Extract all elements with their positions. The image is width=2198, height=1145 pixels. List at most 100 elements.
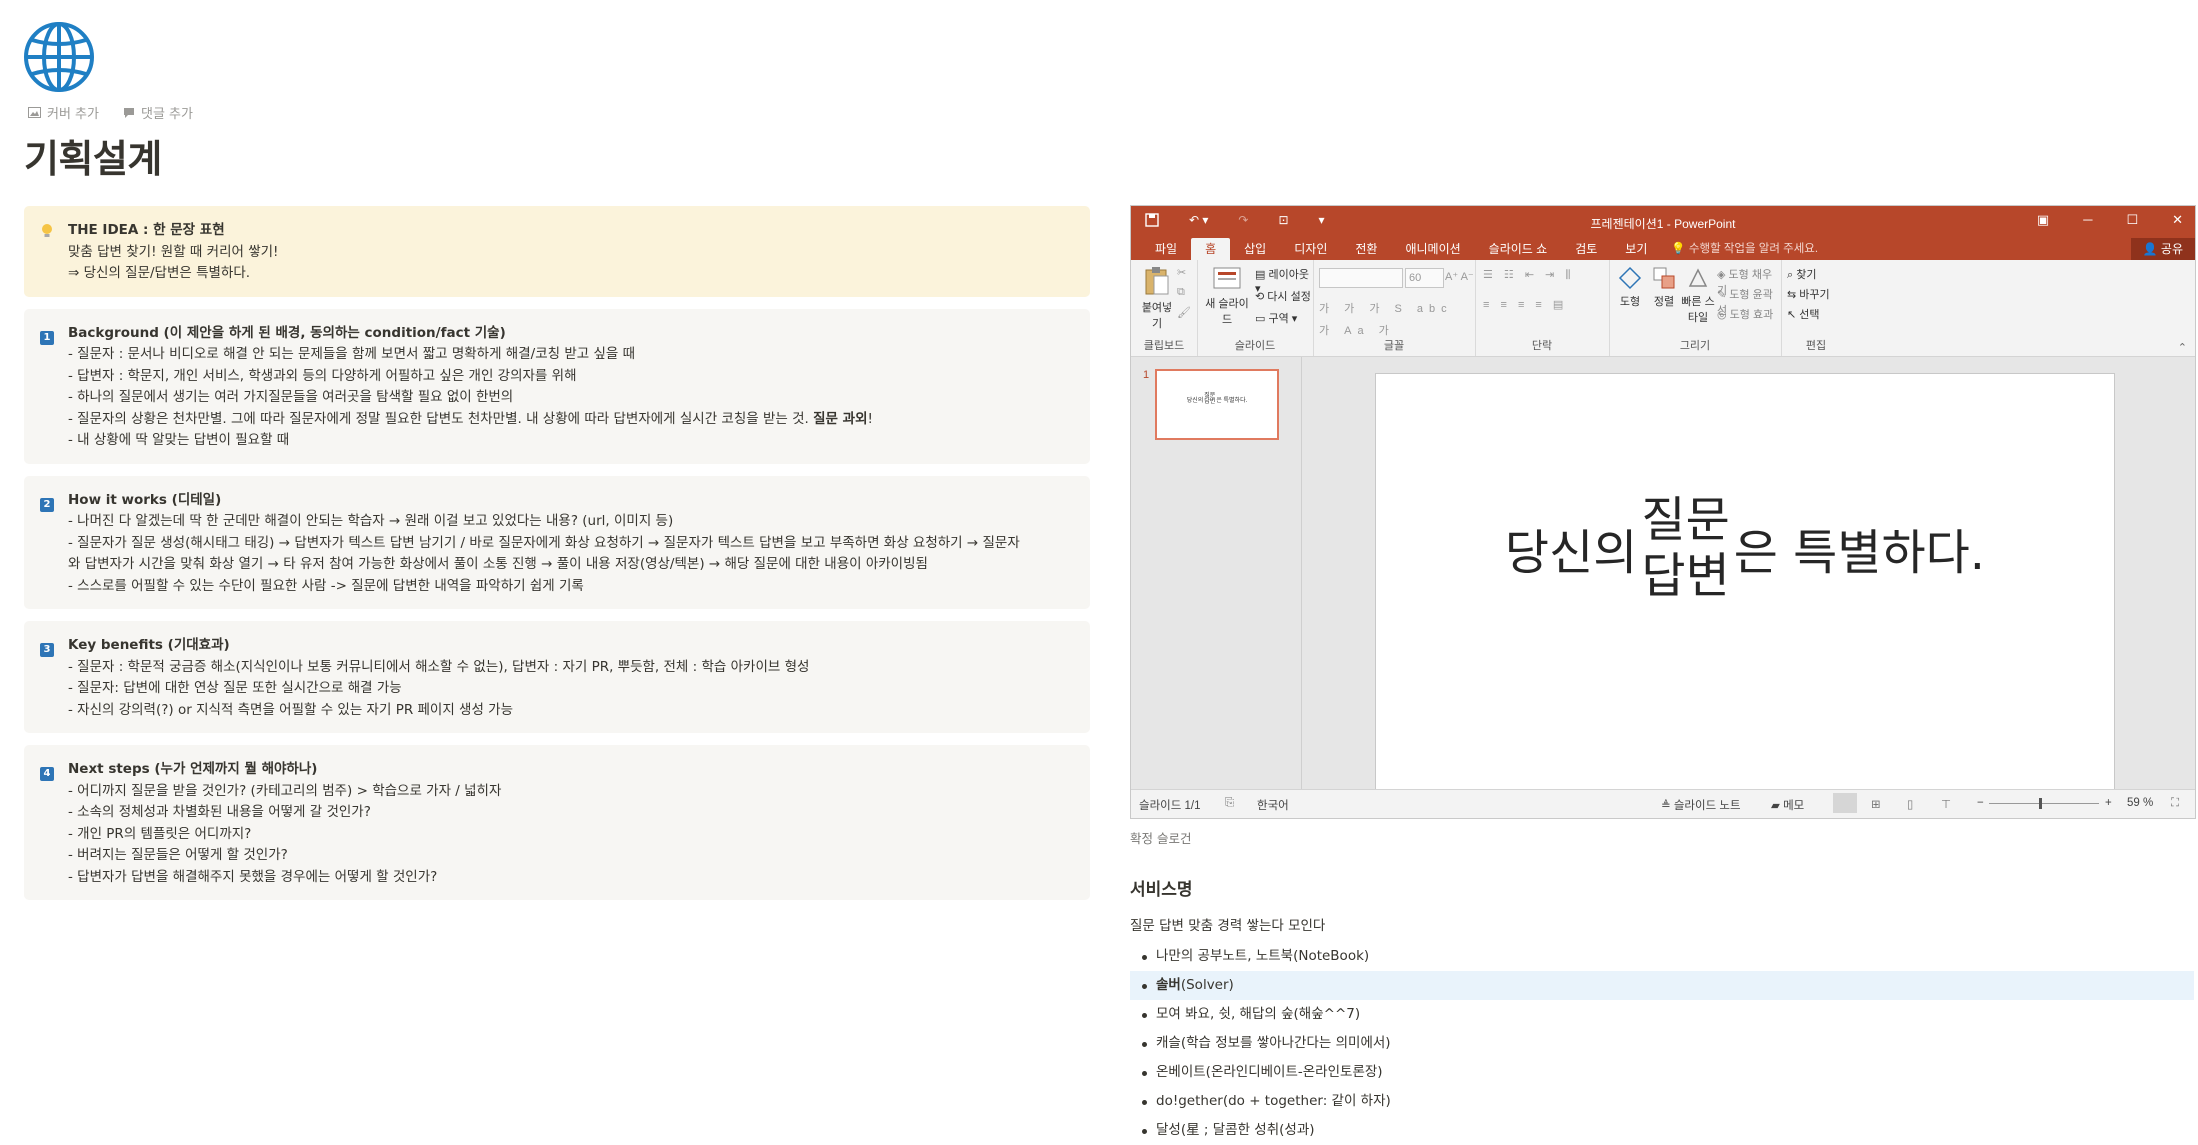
- powerpoint-screenshot[interactable]: ↶ ▾ ↷ ⊡ ▾ 프레젠테이션1 - PowerPoint ▣ ─ ☐ ✕ 파…: [1130, 205, 2196, 819]
- lightbulb-icon: [40, 220, 56, 285]
- replace-button[interactable]: ⇆ 바꾸기: [1787, 286, 1830, 302]
- align-icons[interactable]: ≡ ≡ ≡ ≡ ▤: [1483, 298, 1567, 311]
- image-caption: 확정 슬로건: [1130, 831, 1192, 846]
- comments-button[interactable]: ▰ 메모: [1771, 797, 1804, 813]
- list-item[interactable]: do!gether(do + together: 같이 하자): [1130, 1087, 2194, 1116]
- image-icon: [28, 107, 41, 118]
- slide-sorter-icon[interactable]: ⊞: [1871, 797, 1881, 811]
- notes-button[interactable]: ≜ 슬라이드 노트: [1661, 797, 1741, 813]
- share-button[interactable]: 👤 공유: [2130, 238, 2195, 260]
- format-painter-icon[interactable]: 🖌: [1177, 306, 1191, 319]
- minimize-icon[interactable]: ─: [2083, 212, 2092, 228]
- add-comment-label: 댓글 추가: [140, 107, 193, 122]
- reset-button[interactable]: ⟲ 다시 설정: [1255, 288, 1311, 304]
- list-item[interactable]: 솔버(Solver): [1130, 971, 2194, 1000]
- next-line: - 어디까지 질문을 받을 것인가? (카테고리의 범주) > 학습으로 가자 …: [68, 782, 502, 799]
- ribbon-display-icon[interactable]: ▣: [2037, 212, 2049, 228]
- shape-button[interactable]: 도형: [1613, 266, 1647, 309]
- add-cover-button[interactable]: 커버 추가: [28, 103, 99, 122]
- paint-bucket-icon: ◈: [1717, 269, 1726, 281]
- page-actions: 커버 추가 댓글 추가: [28, 103, 193, 122]
- add-cover-label: 커버 추가: [47, 107, 99, 122]
- background-line: - 질문자의 상황은 천차만별. 그에 따라 질문자에게 정말 필요한 답변도 …: [68, 410, 873, 427]
- add-comment-button[interactable]: 댓글 추가: [123, 103, 193, 122]
- select-button[interactable]: ↖ 선택: [1787, 306, 1820, 322]
- slideshow-view-icon[interactable]: ⊤: [1941, 797, 1951, 811]
- tab-design[interactable]: 디자인: [1280, 238, 1341, 260]
- comment-icon: [123, 107, 134, 118]
- tab-home[interactable]: 홈: [1191, 238, 1231, 260]
- find-button[interactable]: ⌕ 찾기: [1787, 266, 1816, 282]
- ppt-title-bar: ↶ ▾ ↷ ⊡ ▾ 프레젠테이션1 - PowerPoint ▣ ─ ☐ ✕: [1131, 206, 2195, 238]
- slide-number: 1: [1143, 369, 1150, 381]
- reading-view-icon[interactable]: ▯: [1907, 797, 1913, 811]
- font-color-icons[interactable]: 가 Aa 가: [1319, 322, 1395, 338]
- quick-styles-button[interactable]: 빠른 스타일: [1681, 266, 1715, 325]
- right-column: ↶ ▾ ↷ ⊡ ▾ 프레젠테이션1 - PowerPoint ▣ ─ ☐ ✕ 파…: [1130, 205, 2196, 1145]
- next-line: - 버려지는 질문들은 어떻게 할 것인가?: [68, 847, 288, 863]
- pen-icon: ✎: [1717, 289, 1727, 301]
- collapse-ribbon-icon[interactable]: ⌃: [2178, 341, 2187, 354]
- next-title: Next steps (누가 언제까지 뭘 해야하나): [68, 761, 318, 777]
- tab-slideshow[interactable]: 슬라이드 쇼: [1475, 238, 1562, 260]
- slide-thumbnail-pane: 1 당신의 질문 답변 은 특별하다.: [1131, 357, 1302, 790]
- tab-insert[interactable]: 삽입: [1230, 238, 1280, 260]
- list-icons[interactable]: ☰ ☷ ⇤ ⇥ ⫼: [1483, 268, 1574, 282]
- list-item[interactable]: 모여 봐요, 쉿, 해답의 숲(해숲^^7): [1130, 1000, 2194, 1029]
- font-size-dropdown[interactable]: 60: [1405, 268, 1444, 288]
- list-item[interactable]: 캐슬(학습 정보를 쌓아나간다는 의미에서): [1130, 1029, 2194, 1058]
- copy-icon[interactable]: ⧉: [1177, 286, 1185, 299]
- list-item[interactable]: 달성(星 ; 달콤한 성취(성과): [1130, 1116, 2194, 1145]
- zoom-level[interactable]: 59 %: [2127, 797, 2153, 809]
- close-icon[interactable]: ✕: [2172, 212, 2183, 228]
- list-item[interactable]: 온베이트(온라인디베이트-온라인토론장): [1130, 1058, 2194, 1087]
- ppt-ribbon: 붙여넣기 ✂ ⧉ 🖌 클립보드 새 슬라이드 ▤ 레이아웃 ▾ ⟲ 다시 설정 …: [1131, 260, 2195, 357]
- zoom-slider-thumb[interactable]: [2039, 798, 2042, 809]
- font-name-dropdown[interactable]: [1319, 268, 1403, 288]
- section-button[interactable]: ▭ 구역 ▾: [1255, 310, 1297, 326]
- list-item[interactable]: 나만의 공부노트, 노트북(NoteBook): [1130, 942, 2194, 971]
- page-globe-icon[interactable]: [22, 20, 96, 94]
- comment-icon: ▰: [1771, 800, 1780, 812]
- tab-review[interactable]: 검토: [1561, 238, 1611, 260]
- zoom-out-icon[interactable]: −: [1977, 797, 1984, 809]
- font-group: 60 A⁺ A⁻ 가 가 가 S abc 가 Aa 가 글꼴: [1313, 260, 1476, 356]
- idea-callout[interactable]: THE IDEA : 한 문장 표현 맞춤 답변 찾기! 원할 때 커리어 쌓기…: [24, 206, 1090, 297]
- shape-effects-button[interactable]: ◎ 도형 효과: [1717, 306, 1773, 322]
- tab-animations[interactable]: 애니메이션: [1391, 238, 1474, 260]
- tell-me-box[interactable]: 💡 수행할 작업을 알려 주세요.: [1671, 238, 1818, 260]
- zoom-slider[interactable]: [1989, 803, 2099, 804]
- font-format-icons[interactable]: 가 가 가 S abc: [1319, 300, 1453, 316]
- slides-group: 새 슬라이드 ▤ 레이아웃 ▾ ⟲ 다시 설정 ▭ 구역 ▾ 슬라이드: [1197, 260, 1314, 356]
- next-steps-callout[interactable]: 4 Next steps (누가 언제까지 뭘 해야하나) - 어디까지 질문을…: [24, 745, 1090, 900]
- tab-file[interactable]: 파일: [1141, 238, 1191, 260]
- language-indicator[interactable]: 한국어: [1257, 797, 1289, 813]
- cut-icon[interactable]: ✂: [1177, 266, 1186, 279]
- service-name-list: 나만의 공부노트, 노트북(NoteBook) 솔버(Solver) 모여 봐요…: [1130, 942, 2194, 1145]
- how-it-works-callout[interactable]: 2 How it works (디테일) - 나머진 다 알겠는데 딱 한 군데…: [24, 475, 1090, 609]
- benefits-line: - 질문자: 답변에 대한 연상 질문 또한 실시간으로 해결 가능: [68, 680, 402, 696]
- spellcheck-icon[interactable]: ⎘: [1225, 797, 1234, 810]
- benefits-line: - 질문자 : 학문적 궁금증 해소(지식인이나 보통 커뮤니티에서 해소할 수…: [68, 658, 810, 675]
- benefits-title: Key benefits (기대효과): [68, 637, 230, 653]
- new-slide-button[interactable]: 새 슬라이드: [1201, 266, 1253, 327]
- fit-to-window-icon[interactable]: ⛶: [2171, 797, 2179, 810]
- how-line: - 나머진 다 알겠는데 딱 한 군데만 해결이 안되는 학습자 → 원래 이걸…: [68, 513, 674, 529]
- slide-canvas[interactable]: 당신의 질문 답변 은 특별하다.: [1375, 373, 2115, 790]
- how-line: 와 답변자가 시간을 맞춰 화상 열기 → 타 유저 참여 가능한 화상에서 풀…: [68, 556, 928, 572]
- zoom-in-icon[interactable]: +: [2105, 797, 2112, 809]
- tab-transitions[interactable]: 전환: [1341, 238, 1391, 260]
- new-slide-icon: [1213, 267, 1241, 289]
- grow-font-icon[interactable]: A⁺ A⁻: [1445, 270, 1474, 283]
- tab-view[interactable]: 보기: [1611, 238, 1661, 260]
- normal-view-icon[interactable]: [1833, 793, 1857, 813]
- emphasis-text: 질문 과외: [813, 410, 868, 427]
- maximize-icon[interactable]: ☐: [2126, 212, 2138, 228]
- key-benefits-callout[interactable]: 3 Key benefits (기대효과) - 질문자 : 학문적 궁금증 해소…: [24, 621, 1090, 733]
- arrange-button[interactable]: 정렬: [1647, 266, 1681, 309]
- slide-slogan[interactable]: 당신의 질문 답변 은 특별하다.: [1376, 492, 2114, 604]
- background-callout[interactable]: 1 Background (이 제안을 하게 된 배경, 동의하는 condit…: [24, 308, 1090, 464]
- paste-button[interactable]: 붙여넣기: [1137, 266, 1177, 331]
- background-title: Background (이 제안을 하게 된 배경, 동의하는 conditio…: [68, 324, 506, 341]
- slide-thumbnail[interactable]: 당신의 질문 답변 은 특별하다.: [1155, 369, 1279, 440]
